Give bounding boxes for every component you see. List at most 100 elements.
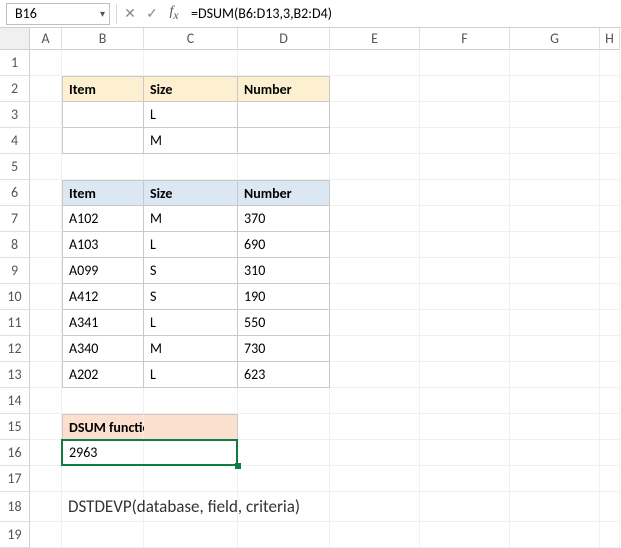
cell[interactable] — [238, 128, 330, 154]
cell[interactable] — [600, 336, 620, 362]
row-header[interactable]: 11 — [0, 310, 30, 336]
cell[interactable] — [420, 388, 510, 414]
table-cell[interactable]: 310 — [238, 258, 330, 284]
row-header[interactable]: 13 — [0, 362, 30, 388]
cell[interactable] — [510, 362, 600, 388]
row-header[interactable]: 19 — [0, 522, 30, 548]
cell[interactable] — [330, 336, 420, 362]
cell[interactable] — [330, 102, 420, 128]
criteria-header-number[interactable]: Number — [238, 76, 330, 102]
row-header[interactable]: 3 — [0, 102, 30, 128]
table-cell[interactable]: M — [144, 336, 238, 362]
col-header[interactable]: A — [30, 28, 62, 50]
db-header-item[interactable]: Item — [62, 180, 144, 206]
cell[interactable] — [420, 128, 510, 154]
cell[interactable] — [510, 206, 600, 232]
table-cell[interactable]: L — [144, 232, 238, 258]
confirm-icon[interactable]: ✓ — [141, 3, 163, 25]
cell[interactable] — [330, 50, 420, 76]
cell[interactable] — [600, 50, 620, 76]
table-cell[interactable]: L — [144, 362, 238, 388]
cell[interactable] — [510, 336, 600, 362]
row-header[interactable]: 15 — [0, 414, 30, 440]
criteria-size-2[interactable]: M — [144, 128, 238, 154]
row-header[interactable]: 7 — [0, 206, 30, 232]
table-cell[interactable]: 370 — [238, 206, 330, 232]
cell[interactable] — [144, 522, 238, 548]
col-header[interactable]: C — [144, 28, 238, 50]
row-header[interactable]: 1 — [0, 50, 30, 76]
cell[interactable] — [330, 388, 420, 414]
cell[interactable] — [238, 522, 330, 548]
cell[interactable] — [600, 180, 620, 206]
table-cell[interactable]: A099 — [62, 258, 144, 284]
table-cell[interactable]: A340 — [62, 336, 144, 362]
row-header[interactable]: 18 — [0, 492, 30, 522]
col-header[interactable]: B — [62, 28, 144, 50]
cell[interactable] — [30, 128, 62, 154]
cell[interactable] — [330, 492, 420, 522]
table-cell[interactable]: A202 — [62, 362, 144, 388]
cell[interactable] — [30, 284, 62, 310]
cell[interactable] — [510, 76, 600, 102]
row-header[interactable]: 17 — [0, 466, 30, 492]
cell[interactable] — [600, 284, 620, 310]
db-header-number[interactable]: Number — [238, 180, 330, 206]
syntax-text[interactable]: DSTDEVP(database, field, criteria) — [62, 492, 144, 522]
cell[interactable] — [30, 440, 62, 466]
cell[interactable] — [420, 440, 510, 466]
cell[interactable] — [30, 310, 62, 336]
cell[interactable] — [510, 258, 600, 284]
cell[interactable] — [62, 154, 144, 180]
row-header[interactable]: 8 — [0, 232, 30, 258]
cell[interactable] — [144, 388, 238, 414]
cell[interactable] — [62, 522, 144, 548]
cell[interactable] — [510, 50, 600, 76]
criteria-header-item[interactable]: Item — [62, 76, 144, 102]
cell[interactable] — [420, 492, 510, 522]
cell[interactable] — [420, 336, 510, 362]
cell[interactable] — [600, 492, 620, 522]
criteria-size-1[interactable]: L — [144, 102, 238, 128]
cell[interactable] — [510, 180, 600, 206]
cell[interactable] — [30, 492, 62, 522]
row-header[interactable]: 12 — [0, 336, 30, 362]
row-header[interactable]: 10 — [0, 284, 30, 310]
cell[interactable] — [510, 440, 600, 466]
name-box[interactable]: B16 ▾ — [6, 3, 110, 25]
cell[interactable] — [30, 180, 62, 206]
cell[interactable] — [30, 336, 62, 362]
cell[interactable] — [330, 258, 420, 284]
cancel-icon[interactable]: ✕ — [119, 3, 141, 25]
cell[interactable] — [330, 154, 420, 180]
col-header[interactable]: F — [420, 28, 510, 50]
cell[interactable] — [420, 522, 510, 548]
cell[interactable] — [330, 76, 420, 102]
row-header[interactable]: 2 — [0, 76, 30, 102]
col-header[interactable]: H — [600, 28, 620, 50]
cell[interactable] — [330, 362, 420, 388]
cell[interactable] — [600, 440, 620, 466]
cell[interactable] — [62, 388, 144, 414]
cell[interactable] — [62, 102, 144, 128]
cell[interactable] — [30, 154, 62, 180]
cell[interactable] — [62, 50, 144, 76]
row-header[interactable]: 14 — [0, 388, 30, 414]
cell[interactable] — [330, 180, 420, 206]
cell[interactable] — [510, 154, 600, 180]
cell[interactable] — [62, 466, 144, 492]
cell[interactable] — [238, 388, 330, 414]
cell[interactable] — [420, 466, 510, 492]
cell[interactable] — [420, 414, 510, 440]
cell[interactable] — [238, 440, 330, 466]
cell[interactable] — [510, 128, 600, 154]
cell[interactable] — [30, 522, 62, 548]
cell[interactable] — [510, 310, 600, 336]
cell[interactable] — [510, 232, 600, 258]
table-cell[interactable]: 730 — [238, 336, 330, 362]
db-header-size[interactable]: Size — [144, 180, 238, 206]
cell[interactable] — [330, 310, 420, 336]
cell[interactable] — [420, 206, 510, 232]
cell[interactable] — [62, 128, 144, 154]
cell[interactable] — [600, 388, 620, 414]
